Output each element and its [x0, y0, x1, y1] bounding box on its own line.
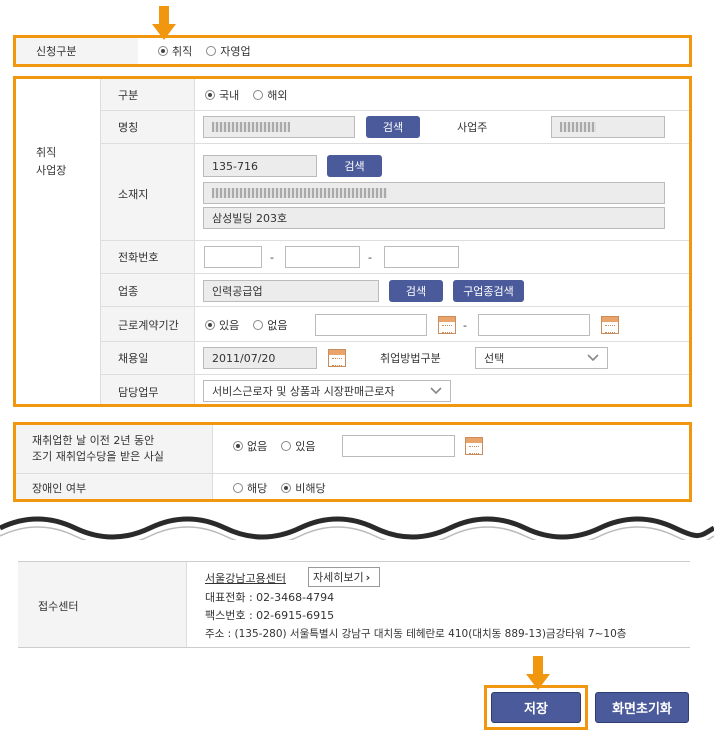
hire-date-label: 채용일: [118, 352, 149, 365]
workplace-section-label-2: 사업장: [36, 164, 67, 177]
phone-label: 전화번호: [118, 251, 159, 264]
contract-yes-radio[interactable]: 있음: [205, 317, 239, 333]
phone-part2-input[interactable]: [285, 246, 360, 268]
company-name-label: 명칭: [118, 121, 139, 134]
disability-radios: 해당 비해당: [233, 478, 340, 498]
disability-applicable-radio[interactable]: 해당: [233, 480, 267, 496]
center-fax: 팩스번호 : 02-6915-6915: [205, 609, 335, 622]
address-detail-input[interactable]: 삼성빌딩 203호: [203, 207, 665, 229]
early-reemployment-question-line1: 재취업한 날 이전 2년 동안: [32, 434, 155, 447]
owner-input[interactable]: [551, 116, 665, 138]
contract-start-input[interactable]: [315, 314, 427, 336]
workplace-section-label-1: 취직: [36, 146, 57, 159]
phone-dash-1: -: [270, 250, 274, 264]
category-domestic-radio[interactable]: 국내: [205, 87, 239, 103]
old-industry-search-button[interactable]: 구업종검색: [453, 280, 524, 302]
category-radios: 국내 해외: [205, 85, 302, 105]
early-reemployment-calendar-icon[interactable]: [465, 437, 483, 455]
apply-type-radios: 취직 자영업: [158, 38, 265, 64]
early-yes-radio[interactable]: 있음: [281, 438, 316, 454]
early-none-radio[interactable]: 없음: [233, 438, 267, 454]
apply-type-employment-radio[interactable]: 취직: [158, 43, 192, 59]
contract-period-label: 근로계약기간: [118, 319, 179, 332]
contract-start-calendar-icon[interactable]: [438, 316, 456, 334]
detail-view-button[interactable]: 자세히보기 ›: [308, 567, 380, 587]
address-search-button[interactable]: 검색: [327, 155, 382, 177]
phone-dash-2: -: [368, 250, 372, 264]
apply-type-label: 신청구분: [36, 45, 77, 58]
industry-label: 업종: [118, 285, 139, 298]
hire-date-input[interactable]: 2011/07/20: [203, 347, 317, 369]
center-address: 주소 : (135-280) 서울특별시 강남구 대치동 테헤란로 410(대치…: [205, 627, 627, 640]
category-overseas-radio[interactable]: 해외: [253, 87, 288, 103]
apply-type-selfemployed-radio[interactable]: 자영업: [206, 43, 251, 59]
postal-code-input[interactable]: 135-716: [203, 155, 317, 177]
disability-label: 장애인 여부: [32, 482, 87, 495]
chevron-right-icon: ›: [365, 570, 371, 584]
address-label: 소재지: [118, 188, 149, 201]
hire-method-select[interactable]: 선택: [475, 347, 608, 369]
hire-date-calendar-icon[interactable]: [328, 349, 346, 367]
reception-center-label: 접수센터: [38, 600, 79, 613]
contract-end-input[interactable]: [478, 314, 590, 336]
phone-part1-input[interactable]: [204, 246, 262, 268]
chevron-down-icon: [587, 354, 599, 362]
owner-label: 사업주: [457, 121, 488, 134]
early-reemployment-radios: 없음 있음: [233, 436, 330, 456]
industry-search-button[interactable]: 검색: [389, 280, 443, 302]
duty-label: 담당업무: [118, 386, 159, 399]
address-line1-input[interactable]: [203, 182, 665, 204]
early-reemployment-question-line2: 조기 재취업수당을 받은 사실: [32, 450, 164, 463]
hire-method-label: 취업방법구분: [380, 352, 441, 365]
save-button[interactable]: 저장: [491, 692, 581, 723]
center-phone: 대표전화 : 02-3468-4794: [205, 591, 335, 604]
disability-not-applicable-radio[interactable]: 비해당: [281, 480, 326, 496]
contract-period-radios: 있음 없음: [205, 315, 302, 335]
page-break-wave: [0, 516, 714, 540]
contract-dash: -: [463, 318, 467, 332]
early-reemployment-date-input[interactable]: [342, 435, 455, 457]
reset-button[interactable]: 화면초기화: [595, 692, 689, 723]
company-name-search-button[interactable]: 검색: [366, 116, 420, 138]
contract-end-calendar-icon[interactable]: [601, 316, 619, 334]
chevron-down-icon: [430, 387, 442, 395]
contract-no-radio[interactable]: 없음: [253, 317, 288, 333]
phone-part3-input[interactable]: [384, 246, 459, 268]
category-label: 구분: [118, 89, 139, 102]
company-name-input[interactable]: [203, 116, 355, 138]
industry-input[interactable]: 인력공급업: [203, 280, 379, 302]
reception-center-link[interactable]: 서울강남고용센터: [205, 569, 286, 587]
duty-select[interactable]: 서비스근로자 및 상품과 시장판매근로자: [203, 380, 451, 402]
